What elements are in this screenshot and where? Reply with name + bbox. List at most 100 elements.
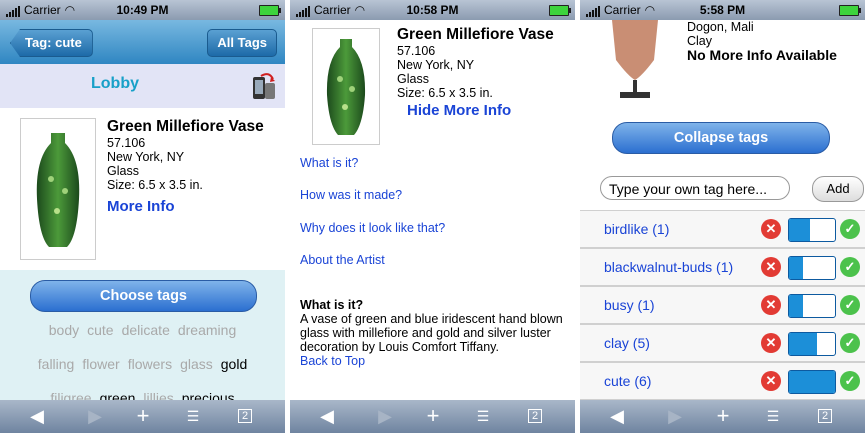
confirm-tag-icon[interactable]: ✓ (840, 295, 860, 315)
tag-row: busy (1) ✕ ✓ (580, 286, 865, 324)
tag-label[interactable]: clay (5) (604, 335, 650, 351)
back-arrow-icon[interactable]: ◀ (22, 406, 52, 426)
tag-chip[interactable]: flower (82, 356, 119, 372)
bookmarks-icon[interactable]: ☰ (178, 406, 208, 426)
tag-strength-slider[interactable] (788, 218, 836, 242)
tag-label[interactable]: cute (6) (604, 373, 651, 389)
all-tags-button[interactable]: All Tags (207, 29, 277, 57)
remove-tag-icon[interactable]: ✕ (761, 371, 781, 391)
phone-transfer-icon[interactable] (251, 71, 277, 101)
tag-chip[interactable]: flowers (128, 356, 172, 372)
tag-row: cute (6) ✕ ✓ (580, 362, 865, 400)
object-info: Dogon, Mali Clay No More Info Available (687, 20, 865, 62)
tag-row: clay (5) ✕ ✓ (580, 324, 865, 362)
pages-icon[interactable]: 2 (810, 406, 840, 426)
status-bar: Carrier ◠ 10:49 PM (0, 0, 285, 20)
back-to-top-link[interactable]: Back to Top (300, 354, 565, 368)
object-material: Glass (397, 72, 429, 86)
choose-tags-button[interactable]: Choose tags (30, 280, 257, 312)
tag-row: birdlike (1) ✕ ✓ (580, 210, 865, 248)
status-time: 5:58 PM (699, 3, 746, 17)
tag-chip[interactable]: glass (180, 356, 213, 372)
object-thumbnail[interactable] (20, 118, 96, 260)
location-title: Lobby (91, 75, 139, 92)
tag-strength-slider[interactable] (788, 370, 836, 394)
screen-tag-editor: Carrier ◠ 5:58 PM Dogon, Mali Clay No Mor… (580, 0, 865, 433)
object-thumbnail[interactable] (602, 20, 668, 100)
slider-fill (789, 371, 835, 393)
browser-toolbar: ◀ ▶ + ☰ 2 (0, 400, 285, 433)
link-what-is-it[interactable]: What is it? (300, 156, 358, 170)
hide-more-info-link[interactable]: Hide More Info (407, 103, 575, 118)
battery-icon (839, 5, 861, 16)
collapse-tags-button[interactable]: Collapse tags (612, 122, 830, 154)
confirm-tag-icon[interactable]: ✓ (840, 333, 860, 353)
status-time: 10:49 PM (116, 3, 169, 17)
object-info: Green Millefiore Vase 57.106 New York, N… (397, 26, 575, 118)
remove-tag-icon[interactable]: ✕ (761, 219, 781, 239)
tag-strength-slider[interactable] (788, 294, 836, 318)
browser-toolbar: ◀ ▶ + ☰ 2 (580, 400, 865, 433)
object-name: Green Millefiore Vase (397, 26, 554, 43)
add-tag-button[interactable]: Add (812, 176, 864, 202)
object-name: Green Millefiore Vase (107, 118, 264, 135)
back-to-tag-button[interactable]: Tag: cute (10, 29, 93, 57)
remove-tag-icon[interactable]: ✕ (761, 333, 781, 353)
tag-label[interactable]: blackwalnut-buds (1) (604, 259, 733, 275)
add-bookmark-icon[interactable]: + (418, 405, 448, 427)
tag-chip[interactable]: falling (38, 356, 75, 372)
no-more-info-label: No More Info Available (687, 47, 837, 63)
remove-tag-icon[interactable]: ✕ (761, 295, 781, 315)
tag-row: body cute delicate dreaming (0, 322, 285, 338)
tag-row: falling flower flowers glass gold (0, 356, 285, 372)
status-bar: Carrier ◠ 5:58 PM (580, 0, 865, 20)
pages-icon[interactable]: 2 (230, 406, 260, 426)
tag-chip[interactable]: gold (221, 356, 247, 372)
bookmarks-icon[interactable]: ☰ (468, 406, 498, 426)
tag-input[interactable]: Type your own tag here... (600, 176, 790, 200)
bookmarks-icon[interactable]: ☰ (758, 406, 788, 426)
tag-strength-slider[interactable] (788, 256, 836, 280)
nav-bar: Tag: cute All Tags (0, 20, 285, 64)
tag-chip[interactable]: dreaming (178, 322, 236, 338)
tag-label[interactable]: birdlike (1) (604, 221, 669, 237)
confirm-tag-icon[interactable]: ✓ (840, 219, 860, 239)
link-why-look[interactable]: Why does it look like that? (300, 221, 445, 235)
object-material: Clay (687, 34, 713, 48)
tag-label[interactable]: busy (1) (604, 297, 655, 313)
forward-arrow-icon[interactable]: ▶ (660, 406, 690, 426)
object-place: New York, NY (107, 150, 185, 164)
object-material: Glass (107, 164, 139, 178)
object-place: New York, NY (397, 58, 475, 72)
slider-fill (789, 333, 817, 355)
tag-strength-slider[interactable] (788, 332, 836, 356)
object-number: 57.106 (397, 44, 436, 58)
object-thumbnail[interactable] (312, 28, 380, 145)
back-arrow-icon[interactable]: ◀ (602, 406, 632, 426)
link-about-artist[interactable]: About the Artist (300, 253, 385, 267)
object-size: Size: 6.5 x 3.5 in. (107, 178, 203, 192)
add-bookmark-icon[interactable]: + (128, 405, 158, 427)
object-number: 57.106 (107, 136, 146, 150)
object-size: Size: 6.5 x 3.5 in. (397, 86, 493, 100)
tag-chip[interactable]: cute (87, 322, 113, 338)
location-bar: Lobby (0, 64, 285, 108)
battery-icon (259, 5, 281, 16)
confirm-tag-icon[interactable]: ✓ (840, 257, 860, 277)
tag-chip[interactable]: delicate (122, 322, 170, 338)
add-bookmark-icon[interactable]: + (708, 405, 738, 427)
link-how-made[interactable]: How was it made? (300, 188, 402, 202)
slider-fill (789, 295, 803, 317)
pages-icon[interactable]: 2 (520, 406, 550, 426)
remove-tag-icon[interactable]: ✕ (761, 257, 781, 277)
more-info-link[interactable]: More Info (107, 199, 282, 214)
screen-object-detail: Carrier ◠ 10:58 PM Green Millefiore Vase … (290, 0, 575, 433)
forward-arrow-icon[interactable]: ▶ (80, 406, 110, 426)
back-arrow-icon[interactable]: ◀ (312, 406, 342, 426)
section-text: A vase of green and blue iridescent hand… (300, 312, 563, 354)
confirm-tag-icon[interactable]: ✓ (840, 371, 860, 391)
forward-arrow-icon[interactable]: ▶ (370, 406, 400, 426)
object-origin: Dogon, Mali (687, 20, 754, 34)
tag-chip[interactable]: body (49, 322, 79, 338)
status-time: 10:58 PM (406, 3, 459, 17)
